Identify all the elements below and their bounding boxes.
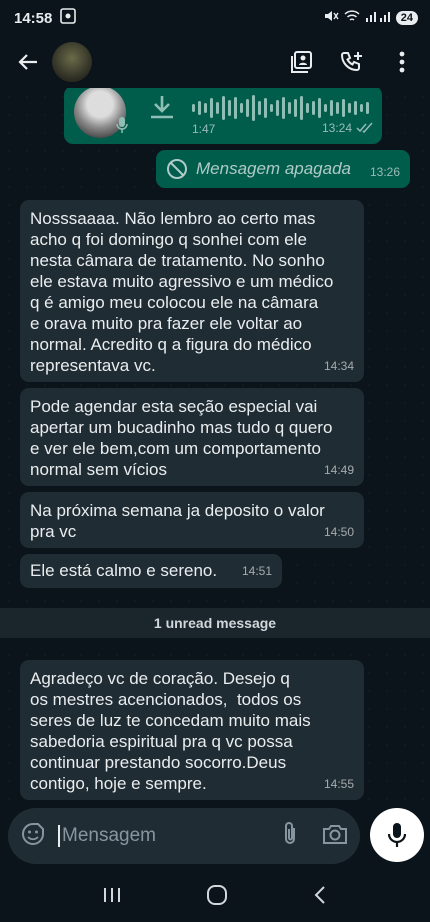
arrow-left-icon [18,54,37,70]
add-call-button[interactable] [334,44,370,80]
camera-icon[interactable] [322,823,348,850]
back-button[interactable] [10,44,46,80]
message-text: Nosssaaaa. Não lembro ao certo mas acho … [30,209,334,375]
message-text: Agradeço vc de coração. Desejo q os mest… [30,669,311,793]
deleted-message[interactable]: Mensagem apagada 13:26 [156,150,410,188]
signal-icon [365,9,391,27]
contact-card-icon [291,51,312,73]
add-call-icon [340,52,362,72]
message-composer[interactable]: Mensagem [8,808,360,864]
unread-divider: 1 unread message [0,608,430,638]
deleted-message-text: Mensagem apagada [196,159,352,178]
message-text: Na próxima semana ja deposito o valor pr… [30,501,325,541]
voice-record-button[interactable] [370,808,424,862]
message-time: 14:50 [323,525,354,539]
message-text: Pode agendar esta seção especial vai ape… [30,397,333,479]
voice-message[interactable]: 1:47 13:24 [64,88,382,144]
contact-card-button[interactable] [284,44,320,80]
sticker-icon[interactable] [20,821,46,852]
chat-header [0,36,430,88]
double-check-icon [356,118,374,139]
message-time: 13:26 [369,165,400,179]
more-vert-icon [399,51,405,73]
mic-icon [116,116,128,139]
attach-icon[interactable] [282,821,298,852]
more-options-button[interactable] [384,44,420,80]
incoming-message[interactable]: Nosssaaaa. Não lembro ao certo mas acho … [20,200,364,382]
chat-area[interactable]: 1:47 13:24 Mensagem apagada 13:26 Nosssa… [0,88,430,800]
message-time: 14:51 [241,564,272,578]
incoming-message[interactable]: Agradeço vc de coração. Desejo q os mest… [20,660,364,800]
wifi-icon [344,9,360,27]
message-input[interactable]: Mensagem [58,825,156,847]
mute-icon [323,8,339,28]
message-time: 14:55 [323,777,354,791]
screenshot-icon [60,8,77,28]
deleted-icon [166,158,188,185]
contact-avatar[interactable] [52,42,92,82]
incoming-message[interactable]: Ele está calmo e sereno. 14:51 [20,554,282,588]
battery-badge: 24 [395,11,418,25]
home-button[interactable] [206,884,228,911]
message-text: Ele está calmo e sereno. [30,561,218,580]
mic-icon [388,823,406,847]
status-bar: 14:58 24 [0,0,430,36]
incoming-message[interactable]: Pode agendar esta seção especial vai ape… [20,388,364,486]
recent-apps-button[interactable] [103,886,121,909]
voice-duration: 1:47 [192,122,216,136]
status-time: 14:58 [14,9,53,27]
system-navbar [0,872,430,922]
message-time: 14:49 [323,463,354,477]
message-time: 13:24 [321,121,352,135]
message-time: 14:34 [323,359,354,373]
back-nav-button[interactable] [313,885,327,910]
incoming-message[interactable]: Na próxima semana ja deposito o valor pr… [20,492,364,548]
download-icon[interactable] [148,94,176,125]
